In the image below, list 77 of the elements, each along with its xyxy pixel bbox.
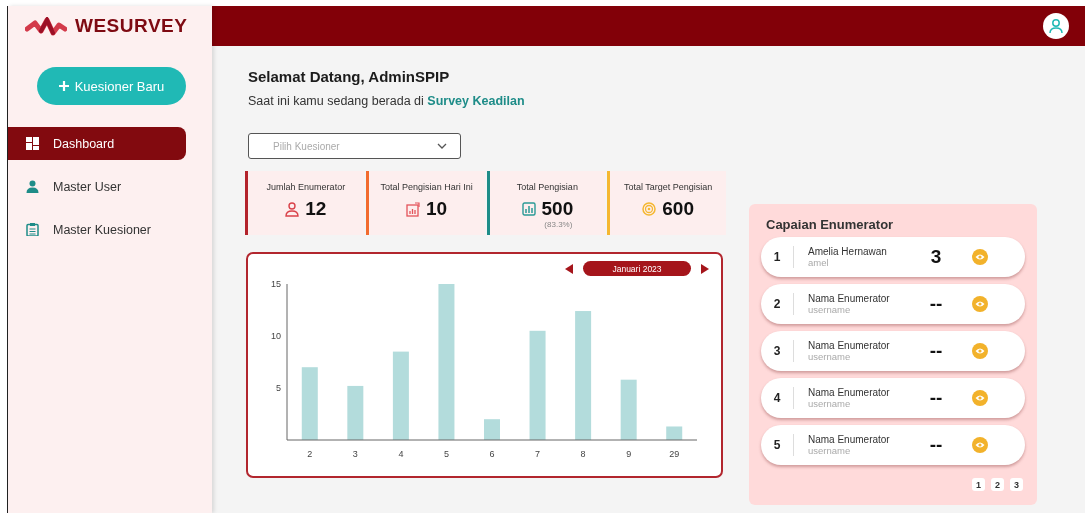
stat-value: 600: [662, 198, 694, 220]
enumerator-username: username: [808, 398, 852, 409]
rank-number: 5: [761, 434, 794, 456]
greeting-subtitle: Saat ini kamu sedang berada di Survey Keadilan: [248, 94, 526, 108]
greeting-title: Selamat Datang, AdminSPIP: [248, 68, 451, 85]
enumerator-username: username: [808, 304, 852, 315]
y-axis-label: 10: [271, 331, 281, 341]
month-label: Januari 2023: [583, 261, 691, 276]
enumerator-name: Nama Enumerator: [808, 340, 891, 351]
x-axis-label: 6: [489, 449, 495, 459]
panel-title: Capaian Enumerator: [766, 217, 895, 232]
user-icon: [26, 180, 39, 193]
stat-label: Total Pengisian Hari Ini: [380, 182, 473, 192]
enumerator-username: amel: [808, 257, 830, 268]
stat-value: 10: [426, 198, 448, 220]
eye-icon: [975, 253, 985, 261]
stat-percentage: (83.3%): [544, 220, 573, 229]
wave-logo-icon: [25, 16, 67, 36]
enumerator-name: Nama Enumerator: [808, 434, 891, 445]
plus-icon: [58, 81, 69, 91]
page-button[interactable]: 2: [991, 478, 1004, 491]
clipboard-icon: [26, 223, 39, 236]
enumerator-name: Nama Enumerator: [808, 387, 891, 398]
sidebar-item[interactable]: Master User: [8, 170, 186, 203]
previous-month-button[interactable]: [565, 263, 573, 274]
stat-label: Total Pengisian: [516, 182, 578, 192]
x-axis-label: 2: [307, 449, 313, 459]
rank-number: 3: [761, 340, 794, 362]
sidebar-item[interactable]: Dashboard: [8, 127, 186, 160]
stat-label: Total Target Pengisian: [623, 182, 713, 192]
next-month-button[interactable]: [701, 263, 709, 274]
rank-number: 4: [761, 387, 794, 409]
avatar-button[interactable]: [1043, 13, 1069, 39]
sidebar-item[interactable]: Master Kuesioner: [8, 213, 186, 246]
enumerator-name: Nama Enumerator: [808, 293, 891, 304]
eye-icon: [975, 394, 985, 402]
x-axis-label: 5: [443, 449, 449, 459]
dashboard-icon: [26, 137, 39, 150]
view-button[interactable]: [972, 437, 988, 453]
rank-number: 2: [761, 293, 794, 315]
x-axis-label: 9: [626, 449, 632, 459]
enumerator-score: --: [928, 434, 944, 456]
view-button[interactable]: [972, 390, 988, 406]
person-icon: [285, 201, 300, 217]
enumerator-username: username: [808, 351, 852, 362]
enumerator-score: --: [928, 387, 944, 409]
x-axis-label: 3: [352, 449, 358, 459]
x-axis-label: 4: [398, 449, 404, 459]
target-icon: [642, 201, 657, 217]
enumerator-score: --: [928, 340, 944, 362]
enumerator-name: Amelia Hernawan: [808, 246, 888, 257]
logo-text: WESURVEY: [75, 15, 188, 37]
stat-value: 500: [541, 198, 574, 220]
rank-number: 1: [761, 246, 794, 268]
x-axis-label: 8: [580, 449, 586, 459]
growth-chart-icon: [406, 201, 421, 217]
bar-chart-icon: [521, 201, 536, 217]
x-axis-label: 7: [535, 449, 541, 459]
y-axis-label: 5: [276, 383, 281, 393]
view-button[interactable]: [972, 249, 988, 265]
enumerator-username: username: [808, 445, 852, 456]
page-button[interactable]: 1: [972, 478, 985, 491]
eye-icon: [975, 347, 985, 355]
eye-icon: [975, 300, 985, 308]
user-icon: [1048, 18, 1064, 34]
stat-label: Jumlah Enumerator: [266, 182, 346, 192]
view-button[interactable]: [972, 343, 988, 359]
questionnaire-dropdown[interactable]: Pilih Kuesioner: [248, 133, 461, 159]
x-axis-label: 29: [669, 449, 680, 459]
view-button[interactable]: [972, 296, 988, 312]
eye-icon: [975, 441, 985, 449]
y-axis-label: 15: [271, 279, 281, 289]
stat-value: 12: [305, 198, 327, 220]
page-button[interactable]: 3: [1010, 478, 1023, 491]
enumerator-score: 3: [929, 246, 943, 268]
chevron-down-icon: [437, 143, 447, 149]
enumerator-score: --: [928, 293, 944, 315]
